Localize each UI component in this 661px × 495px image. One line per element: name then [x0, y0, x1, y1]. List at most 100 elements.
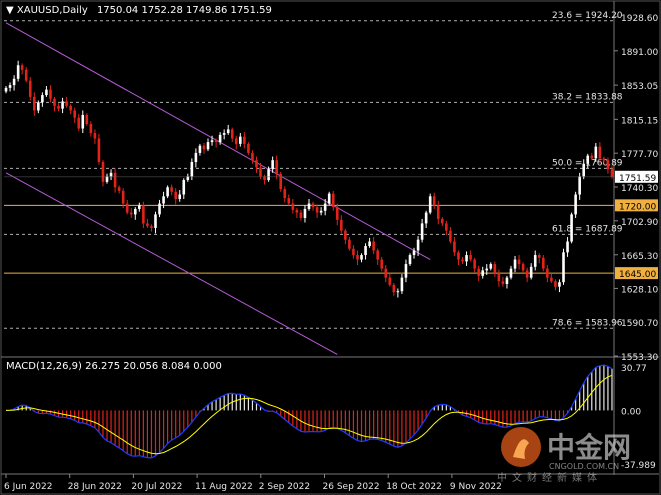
candle-body: [610, 169, 614, 177]
candle-body: [65, 101, 68, 106]
candle-body: [146, 223, 149, 227]
candle-body: [133, 208, 137, 215]
candle-body: [16, 65, 20, 79]
candle-body: [420, 223, 424, 240]
time-tick-label: 11 Aug 2022: [195, 482, 253, 492]
candle-body: [138, 205, 141, 209]
candle-body: [275, 160, 278, 174]
candle-body: [109, 172, 113, 177]
candle-body: [376, 250, 379, 260]
candle-body: [45, 89, 48, 96]
candle-body: [81, 114, 85, 129]
candle-body: [4, 87, 8, 92]
price-tick-label: 1740.30: [621, 184, 658, 194]
chart-window[interactable]: ▼ XAUUSD,Daily 1750.04 1752.28 1749.86 1…: [0, 0, 661, 495]
candle-body: [218, 134, 222, 143]
price-tick-label: 1665.30: [621, 252, 658, 262]
candle-body: [562, 252, 565, 283]
candle-body: [461, 259, 464, 262]
candle-body: [255, 160, 258, 168]
price-tick-label: 1928.60: [621, 14, 658, 24]
candle-body: [113, 172, 117, 188]
candle-body: [521, 264, 525, 271]
candle-body: [566, 241, 569, 253]
horizontal-level-label: 1720.00: [619, 202, 656, 212]
candle-body: [129, 212, 133, 215]
candle-body: [392, 284, 396, 293]
candle-body: [400, 277, 404, 292]
candle-body: [194, 152, 198, 162]
candle-body: [307, 203, 311, 209]
candle-body: [469, 255, 472, 260]
fibonacci-level-label: 38.2 = 1833.88: [552, 92, 623, 102]
candle-body: [396, 291, 400, 293]
candle-body: [287, 198, 291, 204]
fibonacci-level-label: 61.8 = 1687.89: [552, 224, 623, 234]
candle-body: [125, 203, 129, 213]
candle-body: [61, 101, 64, 109]
candle-body: [533, 255, 537, 267]
candle-body: [388, 277, 392, 285]
candle-body: [166, 187, 169, 197]
candle-body: [303, 208, 307, 218]
candle-body: [251, 152, 254, 161]
candle-body: [352, 248, 355, 256]
candle-body: [77, 117, 81, 129]
candle-body: [574, 194, 577, 215]
candle-body: [344, 230, 347, 240]
candle-body: [368, 241, 371, 247]
candle-body: [340, 219, 343, 231]
candle-body: [436, 205, 440, 219]
candle-body: [513, 259, 517, 269]
candle-body: [182, 180, 186, 195]
candle-body: [449, 230, 452, 242]
candle-body: [550, 277, 553, 282]
macd-axis-label: 30.77: [621, 364, 647, 374]
candle-body: [117, 187, 121, 191]
candle-body: [198, 145, 202, 153]
watermark-sub: 中文财经新媒体: [497, 471, 602, 484]
candle-body: [360, 255, 363, 260]
candle-body: [537, 255, 541, 258]
price-tick-label: 1553.30: [621, 353, 658, 363]
candle-body: [594, 146, 598, 159]
candle-body: [210, 140, 214, 143]
candle-body: [299, 212, 303, 218]
candle-body: [214, 140, 218, 143]
candle-body: [578, 176, 581, 195]
candle-body: [453, 241, 456, 253]
time-tick-label: 6 Jun 2022: [4, 482, 52, 492]
candle-body: [267, 169, 270, 181]
candle-body: [101, 161, 105, 182]
candle-body: [424, 212, 428, 224]
candle-body: [158, 203, 161, 215]
candle-body: [582, 163, 586, 177]
candle-body: [432, 196, 436, 206]
candle-body: [49, 89, 52, 99]
candle-body: [89, 124, 93, 134]
candle-body: [372, 241, 375, 251]
candle-body: [509, 268, 513, 278]
time-tick-label: 2 Sep 2022: [259, 482, 310, 492]
fibonacci-level-label: 23.6 = 1924.20: [552, 11, 623, 21]
time-tick-label: 20 Jul 2022: [131, 482, 182, 492]
candle-body: [239, 136, 242, 144]
candle-body: [291, 203, 295, 210]
candle-body: [445, 223, 448, 231]
candle-body: [485, 268, 489, 271]
candle-body: [570, 214, 573, 242]
candle-body: [517, 259, 521, 265]
candle-body: [230, 129, 234, 139]
candle-body: [8, 85, 12, 88]
candle-body: [279, 173, 283, 190]
candle-body: [226, 129, 230, 134]
price-tick-label: 1891.00: [621, 48, 658, 58]
candle-body: [24, 69, 28, 81]
candle-body: [335, 207, 339, 220]
candle-body: [457, 252, 460, 260]
trend-channel-line: [5, 22, 431, 261]
candle-body: [73, 110, 76, 118]
candle-body: [234, 138, 238, 144]
candle-body: [178, 194, 182, 200]
candle-body: [542, 257, 545, 269]
